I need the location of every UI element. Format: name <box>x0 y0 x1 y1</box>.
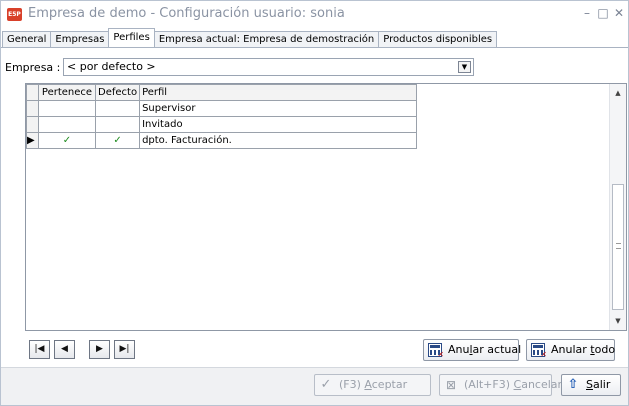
close-icon[interactable]: ✕ <box>611 5 627 21</box>
prev-record-button[interactable]: ◀ <box>54 340 75 359</box>
footer-bar: ✓ (F3) Aceptar ⊠ (Alt+F3) Cancelar ⇧ Sal… <box>1 367 628 405</box>
column-header-pertenece[interactable]: Pertenece <box>38 84 96 101</box>
scroll-up-icon[interactable]: ▲ <box>610 86 626 100</box>
anular-todo-button[interactable]: ✕ Anular todo <box>526 339 615 361</box>
grip-icon <box>616 243 621 249</box>
title-bar[interactable]: E5P Empresa de demo - Configuración usua… <box>1 1 628 27</box>
tab-perfiles[interactable]: Perfiles <box>108 28 155 47</box>
defecto-cell[interactable] <box>94 116 141 133</box>
tab-empresas[interactable]: Empresas <box>50 31 110 47</box>
exit-label: alir <box>592 378 611 391</box>
column-header-defecto[interactable]: Defecto <box>94 84 141 101</box>
tab-divider <box>1 47 628 48</box>
perfiles-table: Pertenece Defecto Perfil Supervisor Invi… <box>26 84 418 149</box>
anular-actual-label-rest: ar actual <box>472 343 522 356</box>
perfil-cell[interactable]: dpto. Facturación. <box>139 132 418 149</box>
cancel-x-icon: ⊠ <box>445 378 457 392</box>
minimize-icon[interactable]: – <box>579 5 595 21</box>
chevron-down-icon[interactable]: ▼ <box>458 61 471 73</box>
column-header-perfil[interactable]: Perfil <box>139 84 418 101</box>
scroll-thumb[interactable] <box>612 184 624 310</box>
last-record-button[interactable]: ▶| <box>114 340 135 359</box>
first-record-button[interactable]: |◀ <box>29 340 50 359</box>
row-indicator[interactable] <box>26 116 39 133</box>
tab-general[interactable]: General <box>2 31 52 47</box>
calculator-icon: ✕ <box>428 343 444 359</box>
scroll-down-icon[interactable]: ▼ <box>610 314 626 328</box>
perfil-cell[interactable]: Supervisor <box>139 100 418 117</box>
accept-button[interactable]: ✓ (F3) Aceptar <box>314 374 431 396</box>
exit-icon: ⇧ <box>567 377 579 392</box>
perfiles-grid[interactable]: Pertenece Defecto Perfil Supervisor Invi… <box>25 83 627 331</box>
anular-todo-label-rest: odo <box>594 343 616 356</box>
table-row[interactable]: ▶ ✓ ✓ dpto. Facturación. <box>26 132 418 149</box>
empresa-label: Empresa : <box>5 61 61 74</box>
accept-hotkey: A <box>364 378 372 391</box>
cancel-label: (Alt+F3) <box>464 378 514 391</box>
table-row[interactable]: Invitado <box>26 116 418 133</box>
row-indicator[interactable] <box>26 100 39 117</box>
cancel-button[interactable]: ⊠ (Alt+F3) Cancelar <box>439 374 562 396</box>
defecto-cell[interactable]: ✓ <box>94 132 141 149</box>
perfil-cell[interactable]: Invitado <box>139 116 418 133</box>
window-title: Empresa de demo - Configuración usuario:… <box>28 6 345 21</box>
pertenece-cell[interactable] <box>38 100 96 117</box>
accept-label-rest: ceptar <box>371 378 408 391</box>
defecto-cell[interactable] <box>94 100 141 117</box>
current-row-arrow-icon[interactable]: ▶ <box>26 132 39 149</box>
tab-productos-disponibles[interactable]: Productos disponibles <box>378 31 498 47</box>
empresa-select-value: < por defecto > <box>67 60 156 73</box>
app-logo-icon: E5P <box>7 8 22 21</box>
cancel-label-rest: ancelar <box>521 378 563 391</box>
next-record-button[interactable]: ▶ <box>89 340 110 359</box>
config-window: E5P Empresa de demo - Configuración usua… <box>0 0 629 406</box>
anular-actual-label: Anu <box>448 343 470 356</box>
tab-strip: General Empresas Perfiles Empresa actual… <box>2 28 498 47</box>
checkmark-icon: ✓ <box>320 377 332 392</box>
calculator-icon: ✕ <box>531 343 547 359</box>
exit-hotkey: S <box>586 378 593 391</box>
anular-actual-button[interactable]: ✕ Anular actual <box>423 339 522 361</box>
exit-button[interactable]: ⇧ Salir <box>561 374 621 396</box>
empresa-select[interactable]: < por defecto > ▼ <box>63 58 474 76</box>
pertenece-cell[interactable]: ✓ <box>38 132 96 149</box>
anular-todo-label: Anular <box>551 343 591 356</box>
table-row[interactable]: Supervisor <box>26 100 418 117</box>
pertenece-cell[interactable] <box>38 116 96 133</box>
vertical-scrollbar[interactable]: ▲ ▼ <box>609 84 626 330</box>
header-indicator <box>26 84 39 101</box>
maximize-icon[interactable]: □ <box>595 5 611 21</box>
table-header-row: Pertenece Defecto Perfil <box>26 84 418 101</box>
accept-label: (F3) <box>339 378 365 391</box>
tab-empresa-actual[interactable]: Empresa actual: Empresa de demostración <box>153 31 380 47</box>
